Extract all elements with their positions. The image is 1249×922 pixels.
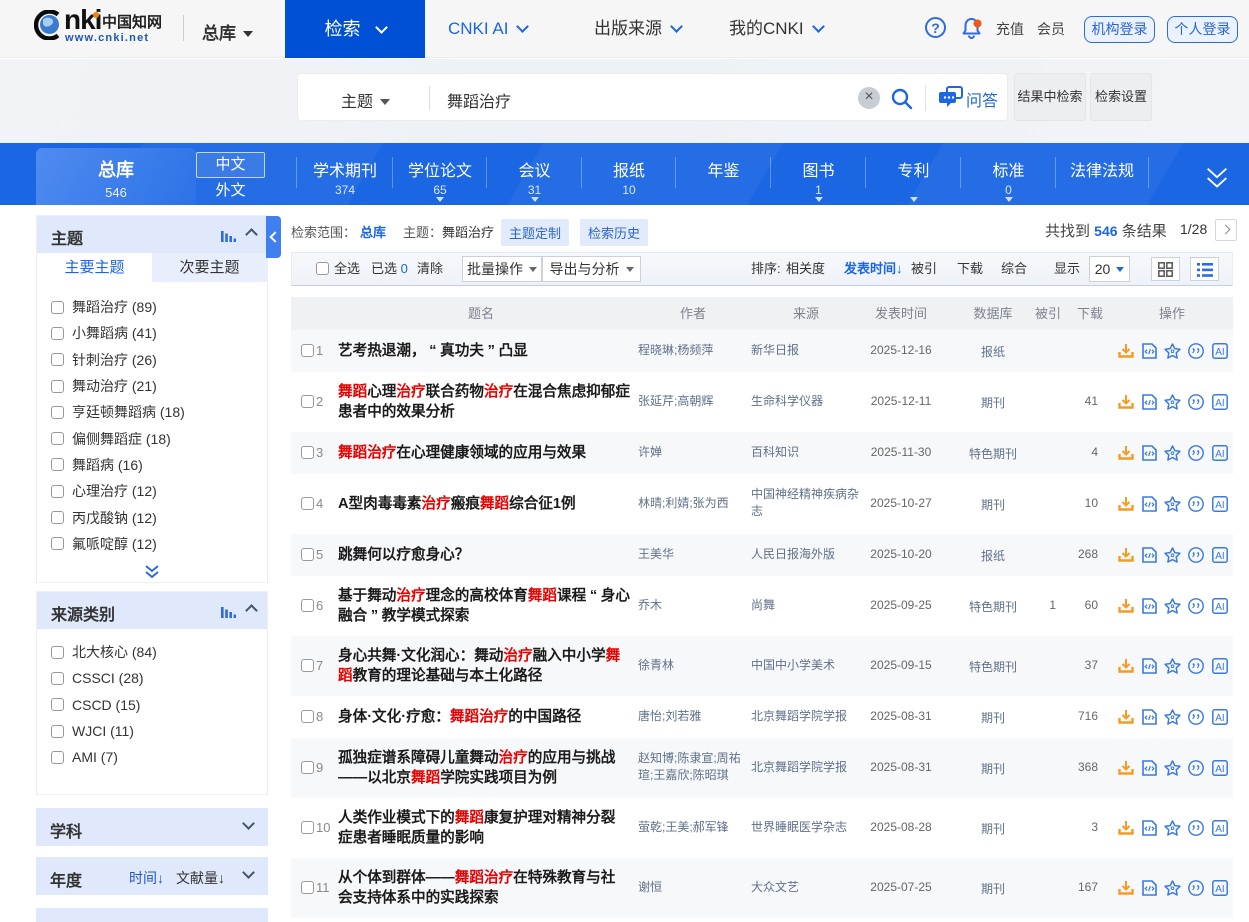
svg-text:AI: AI <box>1215 551 1224 562</box>
svg-text:AI: AI <box>1215 500 1224 511</box>
svg-text:AI: AI <box>1215 713 1224 724</box>
svg-text:AI: AI <box>1215 764 1224 775</box>
svg-text:AI: AI <box>1215 347 1224 358</box>
svg-text:AI: AI <box>1215 449 1224 460</box>
svg-text:AI: AI <box>1215 884 1224 895</box>
svg-text:AI: AI <box>1215 398 1224 409</box>
svg-text:AI: AI <box>1215 602 1224 613</box>
svg-text:AI: AI <box>1215 824 1224 835</box>
svg-text:AI: AI <box>1215 662 1224 673</box>
